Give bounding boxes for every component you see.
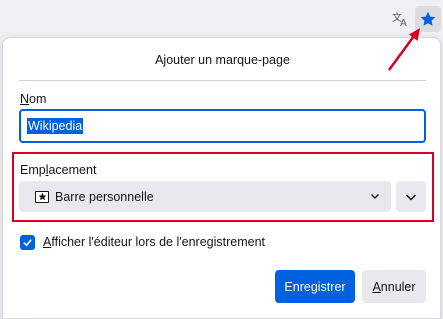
name-label: Nom <box>20 92 47 106</box>
browser-toolbar: 文 A <box>0 0 443 38</box>
show-editor-label[interactable]: Afficher l'éditeur lors de l'enregistrem… <box>43 235 265 249</box>
translate-button[interactable]: 文 A <box>388 6 414 32</box>
panel-title: Ajouter un marque-page <box>155 53 290 67</box>
highlight-frame <box>12 152 434 222</box>
star-filled-icon <box>420 11 436 26</box>
translate-icon: 文 A <box>392 11 407 27</box>
svg-text:A: A <box>400 18 407 27</box>
cancel-button[interactable]: Annuler <box>362 270 426 303</box>
save-button[interactable]: Enregistrer <box>275 270 355 303</box>
show-editor-checkbox[interactable] <box>20 235 35 250</box>
bookmark-star-button[interactable] <box>415 6 441 32</box>
divider <box>19 80 426 81</box>
checkmark-icon <box>23 239 32 247</box>
name-input-value: Wikipedia <box>27 118 84 134</box>
name-input[interactable]: Wikipedia <box>19 109 426 143</box>
